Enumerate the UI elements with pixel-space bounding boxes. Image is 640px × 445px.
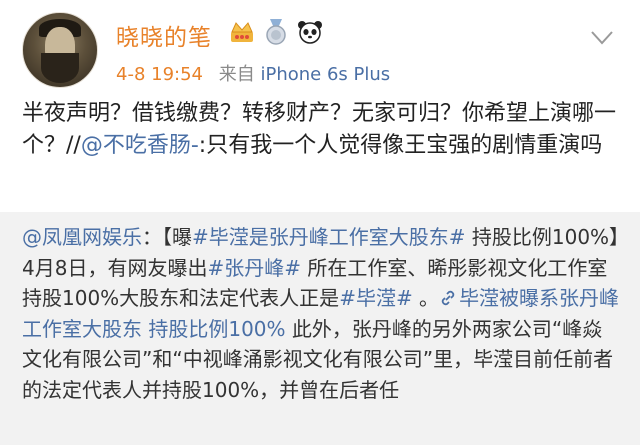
panda-icon[interactable] [296,18,324,46]
hashtag-link[interactable]: #毕滢是张丹峰工作室大股东# [192,225,466,249]
mention-link[interactable]: @不吃香肠- [81,133,199,158]
post-meta: 4-8 19:54 来自 iPhone 6s Plus [116,60,390,86]
chevron-down-icon[interactable] [588,26,616,50]
post-text: 半夜声明？借钱缴费？转移财产？无家可归？你希望上演哪一个？//@不吃香肠-:只有… [22,98,622,162]
username[interactable]: 晓晓的笔 [116,18,212,52]
medal-badge-icon[interactable] [262,18,290,46]
post-text-part2: :只有我一个人觉得像王宝强的剧情重演吗 [198,133,603,158]
avatar[interactable] [22,12,98,88]
repost-author-link[interactable]: @凤凰网娱乐 [22,225,142,249]
post-source: iPhone 6s Plus [260,64,391,85]
crown-badge-icon[interactable] [228,18,256,46]
post-header: 晓晓的笔 4-8 19:54 来自 iPhone 6s Plus [0,0,640,95]
repost-card[interactable]: @凤凰网娱乐：【曝#毕滢是张丹峰工作室大股东# 持股比例100%】4月8日，有网… [0,212,640,445]
hashtag-link[interactable]: #张丹峰# [207,256,301,280]
repost-text-seg4: 。 [412,286,440,310]
post-time[interactable]: 4-8 19:54 [116,64,203,85]
repost-text: @凤凰网娱乐：【曝#毕滢是张丹峰工作室大股东# 持股比例100%】4月8日，有网… [22,222,622,405]
hashtag-link[interactable]: #毕滢# [339,286,413,310]
link-icon [441,290,455,306]
badge-row [228,18,324,46]
source-prefix: 来自 [218,64,255,85]
repost-text-seg1: ：【曝 [142,225,192,249]
